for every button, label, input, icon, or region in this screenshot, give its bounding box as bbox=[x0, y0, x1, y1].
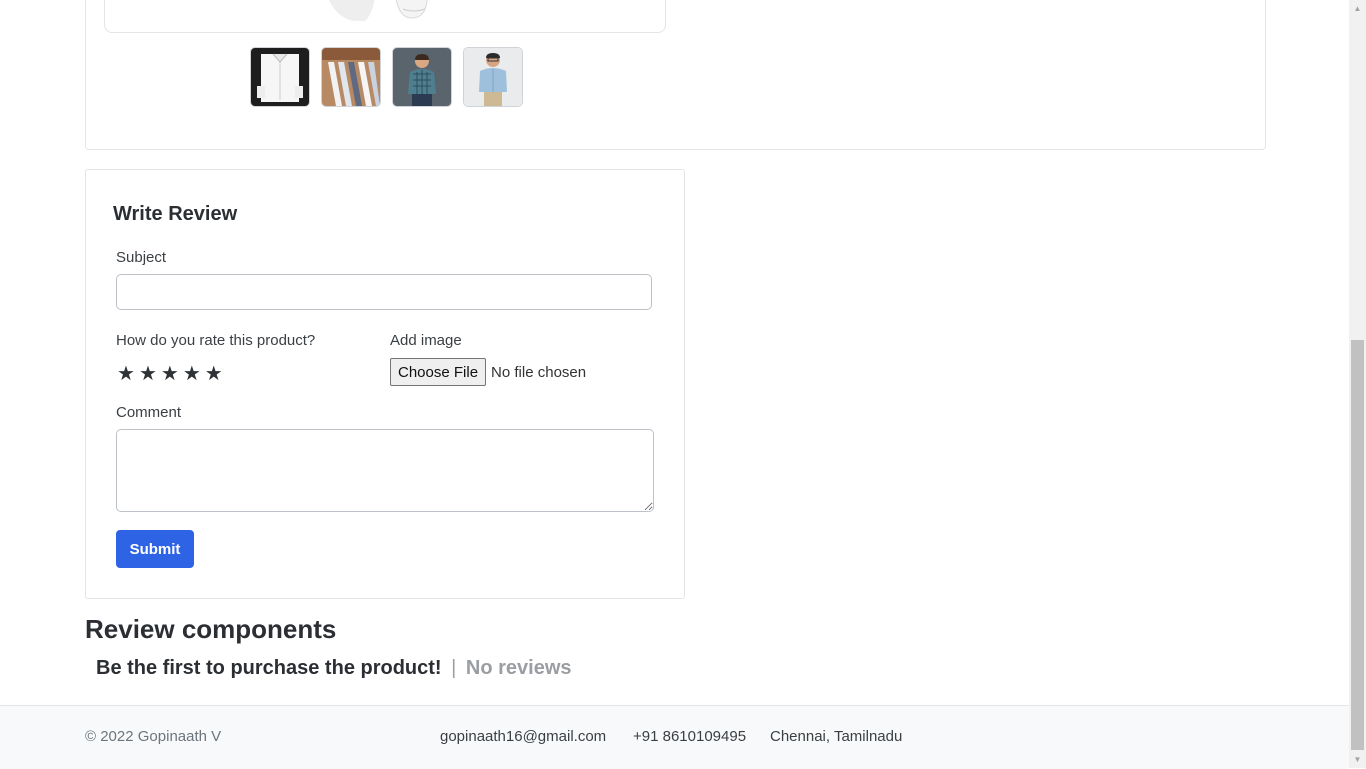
divider: | bbox=[451, 657, 457, 679]
file-status-text: No file chosen bbox=[491, 363, 587, 381]
footer: © 2022 Gopinaath V gopinaath16@gmail.com… bbox=[0, 705, 1349, 769]
footer-phone: +91 8610109495 bbox=[633, 728, 747, 745]
vertical-scrollbar[interactable]: ▲ ▼ bbox=[1349, 0, 1366, 768]
scroll-up-icon[interactable]: ▲ bbox=[1349, 0, 1366, 17]
no-reviews-text: No reviews bbox=[465, 657, 572, 679]
thumbnail-white-shirt[interactable] bbox=[250, 47, 310, 107]
write-review-card: Write Review Subject How do you rate thi… bbox=[85, 169, 685, 599]
shirts-on-hangers-image bbox=[322, 48, 380, 106]
white-shirt-folded-image bbox=[251, 48, 309, 106]
main-product-image bbox=[104, 0, 666, 33]
star-3-icon[interactable]: ★ bbox=[161, 363, 179, 385]
thumbnail-strip bbox=[250, 47, 523, 107]
subject-label: Subject bbox=[116, 249, 167, 266]
star-4-icon[interactable]: ★ bbox=[183, 363, 201, 385]
star-rating: ★ ★ ★ ★ ★ bbox=[117, 363, 223, 385]
star-1-icon[interactable]: ★ bbox=[117, 363, 135, 385]
star-2-icon[interactable]: ★ bbox=[139, 363, 157, 385]
thumbnail-shirts-hangers[interactable] bbox=[321, 47, 381, 107]
subject-input[interactable] bbox=[116, 274, 652, 310]
no-reviews-message: Be the first to purchase the product! | … bbox=[96, 657, 572, 680]
rating-label: How do you rate this product? bbox=[116, 332, 316, 349]
copyright-text: © 2022 Gopinaath V bbox=[85, 728, 222, 745]
man-checked-shirt-image bbox=[393, 48, 451, 106]
comment-textarea[interactable] bbox=[116, 429, 654, 512]
product-gallery-card bbox=[85, 0, 1266, 150]
star-5-icon[interactable]: ★ bbox=[205, 363, 223, 385]
file-input: Choose File No file chosen bbox=[390, 358, 586, 386]
page: Write Review Subject How do you rate thi… bbox=[0, 0, 1349, 769]
footer-email-link[interactable]: gopinaath16@gmail.com bbox=[440, 728, 606, 745]
comment-label: Comment bbox=[116, 404, 182, 421]
first-purchase-text: Be the first to purchase the product! bbox=[96, 657, 442, 679]
choose-file-button[interactable]: Choose File bbox=[390, 358, 487, 386]
man-blue-shirt-image bbox=[464, 48, 522, 106]
thumbnail-man-checked-shirt[interactable] bbox=[392, 47, 452, 107]
thumbnail-man-blue-shirt[interactable] bbox=[463, 47, 523, 107]
add-image-label: Add image bbox=[390, 332, 462, 349]
scroll-thumb[interactable] bbox=[1351, 340, 1364, 750]
submit-button[interactable]: Submit bbox=[116, 530, 194, 568]
review-components-heading: Review components bbox=[85, 614, 337, 644]
write-review-title: Write Review bbox=[113, 203, 238, 225]
footer-location: Chennai, Tamilnadu bbox=[770, 728, 903, 745]
scroll-down-icon[interactable]: ▼ bbox=[1349, 751, 1366, 768]
